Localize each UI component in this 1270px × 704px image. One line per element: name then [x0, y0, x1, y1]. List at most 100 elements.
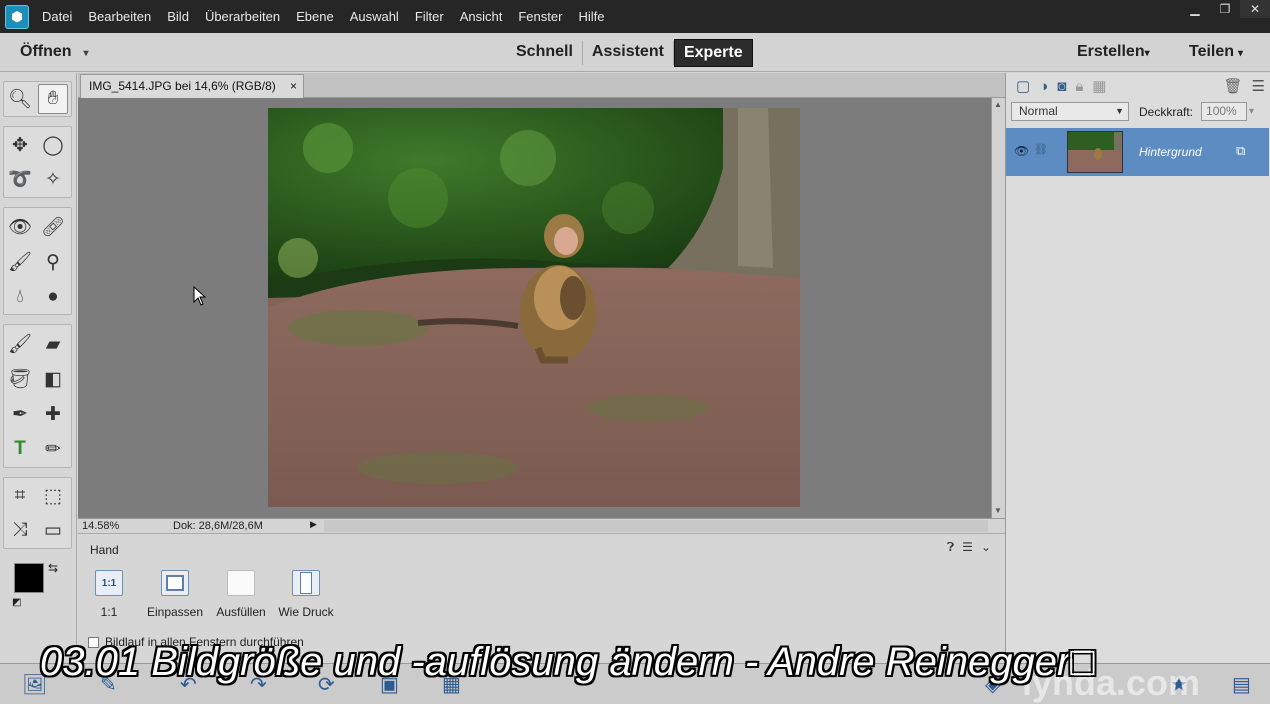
- blend-mode-select[interactable]: Normal ▼: [1011, 102, 1129, 121]
- menu-auswahl[interactable]: Auswahl: [342, 0, 407, 33]
- scroll-up-icon[interactable]: ▲: [994, 100, 1002, 109]
- smart-brush-icon[interactable]: 🖌︎: [5, 247, 35, 277]
- tool-group-modify: ⌗ ⬚ ⤨ ▭: [3, 477, 72, 549]
- healing-brush-icon[interactable]: 🩹︎: [38, 212, 68, 242]
- one-to-one-icon: 1:1: [95, 570, 123, 596]
- panel-menu-icon[interactable]: ☰: [1252, 77, 1265, 95]
- fill-screen-label: Ausfüllen: [216, 605, 266, 619]
- content-aware-move-icon[interactable]: ⤨: [5, 515, 35, 545]
- layer-toolbar: ▢ ◑ ◙ 🔒︎ ▦ 🗑︎ ☰: [1006, 73, 1270, 99]
- options-menu-icon[interactable]: ☰: [962, 540, 973, 555]
- subtitle-text: 03.01 Bildgröße und -auflösung ändern - …: [40, 640, 1071, 684]
- document-tab-title: IMG_5414.JPG bei 14,6% (RGB/8): [89, 79, 276, 93]
- lasso-tool-icon[interactable]: ➰: [5, 164, 35, 194]
- crop-tool-icon[interactable]: ⌗: [5, 481, 35, 511]
- straighten-tool-icon[interactable]: ▭: [38, 515, 68, 545]
- gradient-tool-icon[interactable]: ◧: [38, 364, 68, 394]
- lock-icon[interactable]: 🔒︎: [1075, 78, 1083, 95]
- minimize-icon[interactable]: ▁: [1180, 0, 1210, 18]
- menu-fenster[interactable]: Fenster: [510, 0, 570, 33]
- tab-assistent[interactable]: Assistent: [583, 39, 673, 67]
- fit-screen-button[interactable]: Einpassen: [140, 570, 210, 619]
- vertical-scrollbar[interactable]: ▲ ▼: [991, 98, 1005, 518]
- menu-bearbeiten[interactable]: Bearbeiten: [80, 0, 159, 33]
- red-eye-icon[interactable]: 👁︎: [5, 212, 35, 242]
- menu-hilfe[interactable]: Hilfe: [570, 0, 612, 33]
- more-icon[interactable]: ▤: [1232, 672, 1251, 697]
- restore-icon[interactable]: ❐: [1210, 0, 1240, 18]
- brush-tool-icon[interactable]: 🖌︎: [5, 329, 35, 359]
- window-controls: ▁ ❐ ✕: [1180, 0, 1270, 22]
- create-button[interactable]: Erstellen▾: [1077, 43, 1150, 61]
- magic-wand-icon[interactable]: ✧: [38, 164, 68, 194]
- zoom-readout[interactable]: 14.58%: [82, 520, 119, 532]
- chevron-down-icon: ▼: [1115, 106, 1124, 116]
- tab-schnell[interactable]: Schnell: [507, 39, 582, 67]
- lock-all-icon[interactable]: ▦: [1092, 77, 1106, 95]
- hand-tool-icon[interactable]: ✋︎: [38, 84, 68, 114]
- adjustment-layer-icon[interactable]: ◑: [1039, 78, 1048, 95]
- pencil-tool-icon[interactable]: ✏︎: [38, 434, 68, 464]
- move-tool-icon[interactable]: ✥: [5, 130, 35, 160]
- menu-bild[interactable]: Bild: [159, 0, 197, 33]
- recompose-tool-icon[interactable]: ⬚: [38, 481, 68, 511]
- eraser-tool-icon[interactable]: ▰: [38, 329, 68, 359]
- ellipse-marquee-icon[interactable]: ◯: [38, 130, 68, 160]
- menu-filter[interactable]: Filter: [407, 0, 452, 33]
- chevron-down-icon[interactable]: ▾: [1249, 106, 1254, 117]
- open-button[interactable]: Öffnen ▾: [20, 43, 89, 61]
- document-image: [268, 108, 800, 507]
- tool-options-icons: ❓︎ ☰ ⌄: [947, 540, 991, 555]
- status-menu-arrow-icon[interactable]: ▶: [310, 519, 317, 530]
- new-layer-icon[interactable]: ▢: [1016, 77, 1030, 95]
- sponge-tool-icon[interactable]: ●: [38, 282, 68, 312]
- mode-tabs: Schnell Assistent Experte: [507, 39, 753, 67]
- custom-shape-icon[interactable]: ✚: [38, 399, 68, 429]
- blend-row: Normal ▼ Deckkraft: 100% ▾: [1011, 102, 1254, 121]
- clone-stamp-icon[interactable]: ⚲: [38, 247, 68, 277]
- eye-icon[interactable]: 👁︎: [1014, 144, 1029, 158]
- layer-mask-icon[interactable]: ◙: [1057, 78, 1066, 95]
- menu-datei[interactable]: Datei: [34, 0, 80, 33]
- chevron-down-icon: ▾: [83, 48, 89, 59]
- default-colors-icon[interactable]: ◩: [12, 597, 21, 608]
- foreground-color[interactable]: [14, 563, 44, 593]
- document-tab[interactable]: IMG_5414.JPG bei 14,6% (RGB/8) ×: [80, 74, 304, 98]
- zoom-tool-icon[interactable]: 🔍︎: [5, 84, 35, 114]
- horizontal-scrollbar[interactable]: [324, 520, 988, 532]
- layer-row[interactable]: 👁︎ ⛓︎ Hintergrund ⧉: [1006, 128, 1269, 176]
- opacity-field[interactable]: 100%: [1201, 102, 1248, 121]
- layer-name: Hintergrund: [1139, 145, 1202, 159]
- trash-icon[interactable]: 🗑︎: [1224, 77, 1243, 95]
- document-info: Dok: 28,6M/28,6M: [173, 520, 263, 532]
- blur-tool-icon[interactable]: 💧︎: [5, 282, 35, 312]
- menu-ansicht[interactable]: Ansicht: [452, 0, 511, 33]
- close-icon[interactable]: ×: [290, 75, 297, 97]
- mouse-cursor-icon: [193, 285, 207, 306]
- blend-mode-value: Normal: [1019, 104, 1058, 118]
- eyedropper-icon[interactable]: ✒: [5, 399, 35, 429]
- actual-size-button[interactable]: 1:1 1:1: [74, 570, 144, 619]
- close-window-icon[interactable]: ✕: [1240, 0, 1270, 18]
- mode-bar: Öffnen ▾ Schnell Assistent Experte Erstel…: [0, 33, 1270, 72]
- chevron-down-icon[interactable]: ⌄: [981, 540, 991, 555]
- fill-screen-icon: [227, 570, 255, 596]
- tab-experte[interactable]: Experte: [673, 39, 753, 67]
- menu-ebene[interactable]: Ebene: [288, 0, 342, 33]
- paint-bucket-icon[interactable]: 🪣︎: [5, 364, 35, 394]
- open-label: Öffnen: [20, 43, 72, 60]
- app-logo[interactable]: ⬢: [0, 0, 34, 33]
- help-icon[interactable]: ❓︎: [947, 540, 954, 555]
- swap-colors-icon[interactable]: ⇆: [48, 561, 58, 575]
- fill-screen-button[interactable]: Ausfüllen: [206, 570, 276, 619]
- link-icon[interactable]: ⛓︎: [1034, 143, 1048, 156]
- video-subtitle: 03.01 Bildgröße und -auflösung ändern - …: [40, 640, 1094, 685]
- layer-lock-icon[interactable]: ⧉: [1236, 143, 1245, 159]
- share-label: Teilen: [1189, 43, 1235, 60]
- type-tool-icon[interactable]: T: [5, 434, 35, 464]
- document-canvas[interactable]: [78, 98, 991, 518]
- scroll-down-icon[interactable]: ▼: [994, 506, 1002, 515]
- print-size-button[interactable]: Wie Druck: [271, 570, 341, 619]
- menu-ueberarbeiten[interactable]: Überarbeiten: [197, 0, 288, 33]
- share-button[interactable]: Teilen ▾: [1189, 43, 1243, 61]
